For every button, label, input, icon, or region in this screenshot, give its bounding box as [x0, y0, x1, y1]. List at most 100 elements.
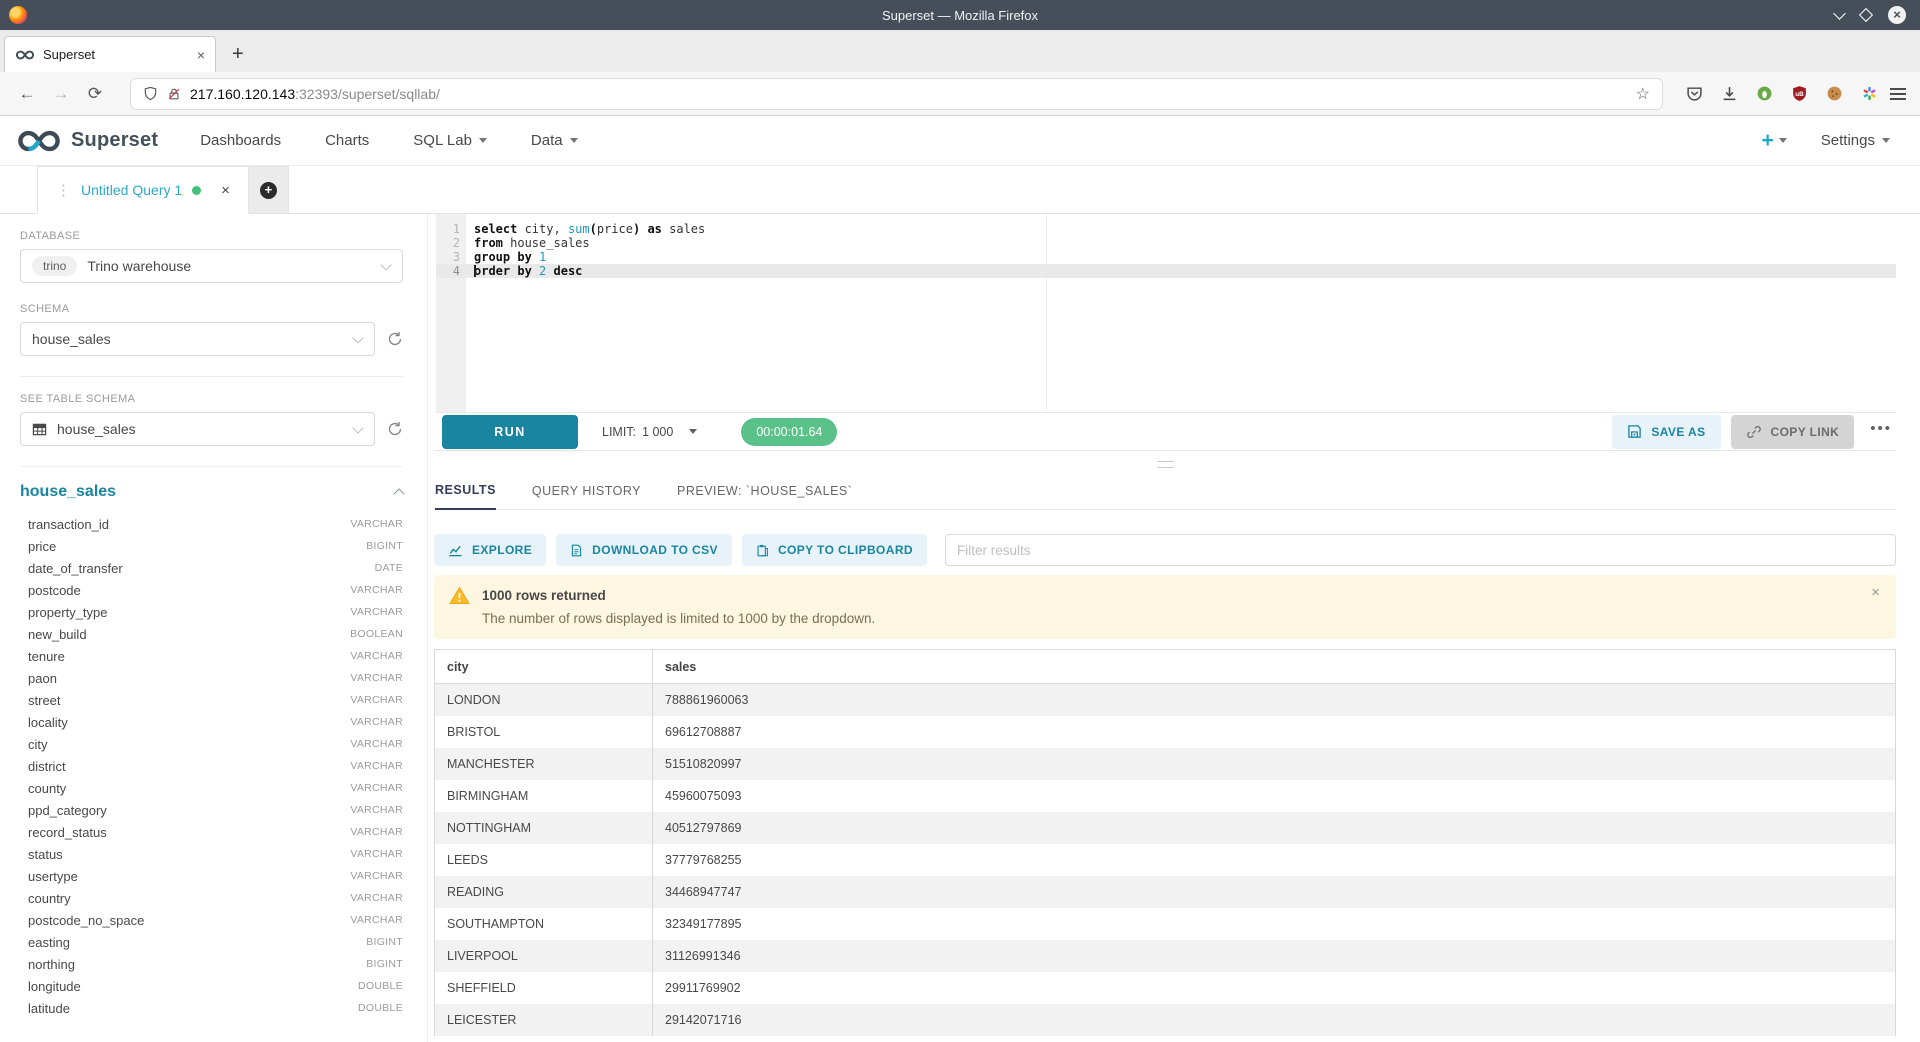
column-type: VARCHAR	[350, 870, 403, 882]
bookmark-star-icon[interactable]: ☆	[1636, 84, 1650, 104]
table-row[interactable]: SOUTHAMPTON32349177895	[435, 908, 1896, 940]
ublock-icon[interactable]: uB	[1790, 85, 1808, 103]
column-type: VARCHAR	[350, 826, 403, 838]
sql-editor[interactable]: 1234 select city, sum(price) as salesfro…	[436, 214, 1896, 413]
close-alert-button[interactable]: ×	[1871, 584, 1880, 601]
reload-icon[interactable]: ⟳	[82, 84, 108, 104]
schema-select[interactable]: house_sales	[20, 322, 375, 356]
window-close-icon[interactable]: ×	[1888, 6, 1906, 24]
column-row[interactable]: countyVARCHAR	[20, 777, 403, 799]
table-row[interactable]: SHEFFIELD29911769902	[435, 972, 1896, 1004]
alert-title: 1000 rows returned	[482, 586, 875, 603]
tab-results[interactable]: RESULTS	[435, 483, 496, 510]
column-row[interactable]: priceBIGINT	[20, 535, 403, 557]
browser-tab-title: Superset	[43, 47, 189, 62]
chevron-up-icon[interactable]	[393, 488, 404, 499]
refresh-schema-icon[interactable]	[387, 331, 403, 347]
tab-close-icon[interactable]: ×	[197, 47, 205, 63]
copy-link-button[interactable]: COPY LINK	[1731, 415, 1855, 449]
column-row[interactable]: streetVARCHAR	[20, 689, 403, 711]
shield-icon[interactable]	[143, 86, 158, 101]
tab-query-history[interactable]: QUERY HISTORY	[532, 484, 641, 509]
url-text: 217.160.120.143:32393/superset/sqllab/	[190, 86, 1627, 102]
column-header-city[interactable]: city	[435, 650, 653, 684]
run-button[interactable]: RUN	[442, 415, 578, 449]
column-row[interactable]: northingBIGINT	[20, 953, 403, 975]
chevron-down-icon	[1882, 138, 1890, 143]
column-row[interactable]: eastingBIGINT	[20, 931, 403, 953]
column-row[interactable]: ppd_categoryVARCHAR	[20, 799, 403, 821]
menu-icon[interactable]	[1890, 88, 1906, 100]
column-row[interactable]: postcode_no_spaceVARCHAR	[20, 909, 403, 931]
table-row[interactable]: LEICESTER29142071716	[435, 1004, 1896, 1036]
table-row[interactable]: LIVERPOOL31126991346	[435, 940, 1896, 972]
column-row[interactable]: districtVARCHAR	[20, 755, 403, 777]
privacy-badger-icon[interactable]	[1755, 85, 1773, 103]
column-row[interactable]: paonVARCHAR	[20, 667, 403, 689]
copy-to-clipboard-button[interactable]: COPY TO CLIPBOARD	[742, 534, 927, 566]
superset-brand[interactable]: Superset	[16, 129, 158, 152]
nav-item-data[interactable]: Data	[531, 132, 578, 149]
table-row[interactable]: MANCHESTER51510820997	[435, 748, 1896, 780]
column-row[interactable]: longitudeDOUBLE	[20, 975, 403, 997]
database-select[interactable]: trino Trino warehouse	[20, 249, 403, 283]
column-row[interactable]: property_typeVARCHAR	[20, 601, 403, 623]
more-options-button[interactable]: •••	[1870, 420, 1892, 437]
explore-button[interactable]: EXPLORE	[434, 534, 546, 566]
limit-dropdown[interactable]: LIMIT: 1 000	[602, 425, 697, 439]
new-tab-button[interactable]: +	[232, 43, 244, 66]
forward-icon[interactable]: →	[48, 84, 74, 104]
database-type-badge: trino	[32, 256, 77, 276]
download-to-csv-button[interactable]: DOWNLOAD TO CSV	[556, 534, 732, 566]
column-row[interactable]: tenureVARCHAR	[20, 645, 403, 667]
browser-tab[interactable]: Superset ×	[4, 36, 216, 72]
column-name: date_of_transfer	[28, 561, 375, 576]
editor-code[interactable]: select city, sum(price) as salesfrom hou…	[466, 214, 1896, 412]
column-row[interactable]: transaction_idVARCHAR	[20, 513, 403, 535]
pocket-icon[interactable]	[1685, 85, 1703, 103]
column-row[interactable]: postcodeVARCHAR	[20, 579, 403, 601]
tab-preview-house-sales[interactable]: PREVIEW: `HOUSE_SALES`	[677, 484, 852, 509]
table-row[interactable]: LONDON788861960063	[435, 684, 1896, 716]
column-row[interactable]: usertypeVARCHAR	[20, 865, 403, 887]
column-row[interactable]: localityVARCHAR	[20, 711, 403, 733]
window-minimize-icon[interactable]	[1833, 7, 1846, 20]
pane-splitter[interactable]	[434, 451, 1896, 477]
save-as-button[interactable]: SAVE AS	[1612, 415, 1720, 449]
column-row[interactable]: statusVARCHAR	[20, 843, 403, 865]
back-icon[interactable]: ←	[14, 84, 40, 104]
lock-crossed-icon[interactable]	[167, 87, 181, 101]
cookie-icon[interactable]	[1825, 85, 1843, 103]
query-tab-active[interactable]: ⋮ Untitled Query 1 ×	[37, 166, 249, 214]
column-row[interactable]: countryVARCHAR	[20, 887, 403, 909]
nav-item-charts[interactable]: Charts	[325, 132, 369, 149]
table-select[interactable]: house_sales	[20, 412, 375, 446]
table-row[interactable]: READING34468947747	[435, 876, 1896, 908]
filter-results-input[interactable]	[945, 534, 1896, 566]
table-name-heading[interactable]: house_sales	[20, 483, 116, 501]
column-row[interactable]: date_of_transferDATE	[20, 557, 403, 579]
query-tab-close-icon[interactable]: ×	[221, 182, 230, 199]
drag-handle-icon[interactable]: ⋮	[56, 181, 71, 199]
table-row[interactable]: BRISTOL69612708887	[435, 716, 1896, 748]
url-field[interactable]: 217.160.120.143:32393/superset/sqllab/ ☆	[130, 78, 1663, 110]
column-row[interactable]: record_statusVARCHAR	[20, 821, 403, 843]
window-maximize-icon[interactable]	[1859, 8, 1873, 22]
column-row[interactable]: cityVARCHAR	[20, 733, 403, 755]
nav-item-sql-lab[interactable]: SQL Lab	[413, 132, 487, 149]
extension-icon[interactable]	[1860, 85, 1878, 103]
add-query-tab-button[interactable]: +	[249, 166, 289, 214]
column-header-sales[interactable]: sales	[653, 650, 1896, 684]
column-row[interactable]: new_buildBOOLEAN	[20, 623, 403, 645]
nav-item-dashboards[interactable]: Dashboards	[200, 132, 281, 149]
editor-gutter: 1234	[436, 214, 466, 412]
add-new-button[interactable]: +	[1762, 129, 1787, 153]
column-row[interactable]: latitudeDOUBLE	[20, 997, 403, 1019]
table-row[interactable]: NOTTINGHAM40512797869	[435, 812, 1896, 844]
table-row[interactable]: BIRMINGHAM45960075093	[435, 780, 1896, 812]
refresh-table-icon[interactable]	[387, 421, 403, 437]
settings-menu[interactable]: Settings	[1821, 132, 1890, 149]
column-type: DATE	[375, 562, 403, 574]
table-row[interactable]: LEEDS37779768255	[435, 844, 1896, 876]
download-icon[interactable]	[1720, 85, 1738, 103]
